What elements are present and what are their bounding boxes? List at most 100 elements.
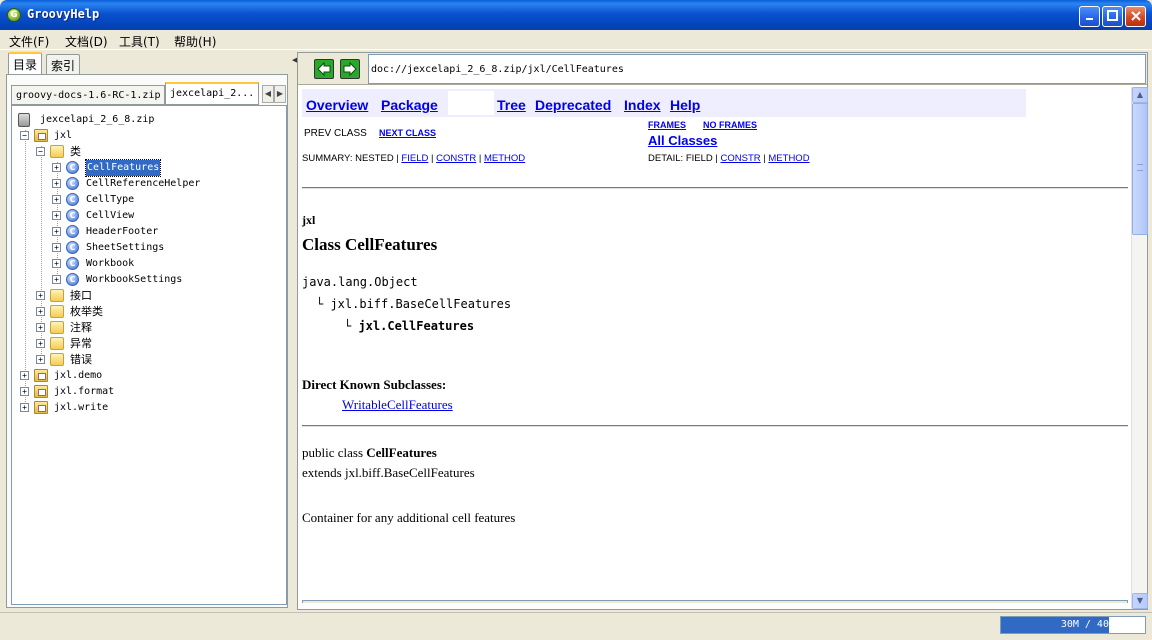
no-frames-link[interactable]: NO FRAMES bbox=[703, 120, 757, 130]
file-tab-groovy-docs[interactable]: groovy-docs-1.6-RC-1.zip bbox=[11, 85, 165, 105]
summary-constr-link[interactable]: CONSTR bbox=[436, 153, 476, 164]
class-icon: C bbox=[66, 241, 79, 254]
nav-overview-link[interactable]: Overview bbox=[306, 97, 368, 113]
class-title: Class CellFeatures bbox=[302, 235, 438, 254]
hierarchy-root: java.lang.Object bbox=[302, 275, 418, 289]
detail-constr-link[interactable]: CONSTR bbox=[721, 153, 761, 164]
nav-class-current bbox=[448, 91, 494, 115]
nav-deprecated-link[interactable]: Deprecated bbox=[535, 97, 611, 113]
expand-icon[interactable]: + bbox=[52, 227, 61, 236]
forward-button[interactable] bbox=[340, 59, 360, 79]
title-bar: G GroovyHelp bbox=[0, 0, 1152, 30]
pane-splitter[interactable] bbox=[291, 52, 296, 608]
expand-icon[interactable]: + bbox=[36, 307, 45, 316]
next-class-link[interactable]: NEXT CLASS bbox=[379, 128, 436, 138]
javadoc-top-nav: Overview Package Tree Deprecated Index H… bbox=[302, 89, 1026, 117]
class-icon: C bbox=[66, 273, 79, 286]
expand-icon[interactable]: + bbox=[52, 195, 61, 204]
prev-class-label: PREV CLASS bbox=[304, 128, 367, 139]
nav-help-link[interactable]: Help bbox=[670, 97, 700, 113]
extends-line: extends jxl.biff.BaseCellFeatures bbox=[302, 465, 475, 480]
expand-icon[interactable]: + bbox=[52, 211, 61, 220]
expand-icon[interactable]: + bbox=[52, 163, 61, 172]
package-icon bbox=[34, 129, 48, 142]
divider bbox=[302, 425, 1128, 427]
expand-icon[interactable]: + bbox=[36, 355, 45, 364]
memory-usage-bar: 30M / 40M bbox=[1000, 616, 1146, 634]
address-field[interactable]: doc://jexcelapi_2_6_8.zip/jxl/CellFeatur… bbox=[368, 54, 1146, 84]
divider bbox=[302, 187, 1128, 189]
minimize-button[interactable] bbox=[1079, 6, 1100, 27]
expand-icon[interactable]: + bbox=[36, 323, 45, 332]
class-icon: C bbox=[66, 225, 79, 238]
close-button[interactable] bbox=[1125, 6, 1146, 27]
package-name: jxl bbox=[302, 213, 316, 227]
menu-bar: 文件(F) 文档(D) 工具(T) 帮助(H) bbox=[0, 30, 1152, 50]
class-declaration: public class CellFeatures bbox=[302, 445, 437, 460]
forward-arrow-icon bbox=[343, 61, 357, 77]
nav-package-link[interactable]: Package bbox=[381, 97, 438, 113]
contents-tree[interactable]: jexcelapi_2_6_8.zip − jxl − 类 + C CellFeat… bbox=[11, 105, 287, 605]
expand-icon[interactable]: + bbox=[52, 275, 61, 284]
javadoc-page: Overview Package Tree Deprecated Index H… bbox=[300, 87, 1130, 603]
all-classes-link[interactable]: All Classes bbox=[648, 133, 717, 148]
package-icon bbox=[34, 401, 48, 414]
app-icon: G bbox=[7, 8, 21, 22]
back-arrow-icon bbox=[317, 61, 331, 77]
expand-icon[interactable]: + bbox=[20, 403, 29, 412]
contents-panel: groovy-docs-1.6-RC-1.zip jexcelapi_2... … bbox=[6, 74, 288, 608]
expand-icon[interactable]: + bbox=[20, 387, 29, 396]
class-icon: C bbox=[66, 161, 79, 174]
maximize-button[interactable] bbox=[1102, 6, 1123, 27]
navigation-toolbar: doc://jexcelapi_2_6_8.zip/jxl/CellFeatur… bbox=[298, 53, 1147, 85]
collapse-icon[interactable]: − bbox=[36, 147, 45, 156]
expand-icon[interactable]: + bbox=[52, 259, 61, 268]
window-title: GroovyHelp bbox=[27, 7, 100, 21]
file-tab-jexcelapi[interactable]: jexcelapi_2... bbox=[165, 82, 259, 105]
scroll-down-button[interactable]: ▼ bbox=[1132, 593, 1148, 609]
status-bar: 30M / 40M bbox=[0, 612, 1152, 640]
expand-icon[interactable]: + bbox=[52, 179, 61, 188]
nav-index-link[interactable]: Index bbox=[624, 97, 661, 113]
back-button[interactable] bbox=[314, 59, 334, 79]
subclasses-heading: Direct Known Subclasses: bbox=[302, 377, 447, 392]
collapse-icon[interactable]: − bbox=[20, 131, 29, 140]
summary-field-link[interactable]: FIELD bbox=[401, 153, 428, 164]
close-icon bbox=[1130, 11, 1141, 21]
summary-method-link[interactable]: METHOD bbox=[484, 153, 525, 164]
folder-icon bbox=[50, 337, 64, 350]
detail-line: DETAIL: FIELD | CONSTR | METHOD bbox=[648, 153, 810, 164]
package-icon bbox=[34, 385, 48, 398]
scroll-up-button[interactable]: ▲ bbox=[1132, 87, 1148, 103]
subclass-link[interactable]: WritableCellFeatures bbox=[342, 397, 453, 413]
expand-icon[interactable]: + bbox=[52, 243, 61, 252]
scroll-thumb[interactable] bbox=[1132, 103, 1148, 235]
expand-icon[interactable]: + bbox=[36, 339, 45, 348]
frames-link[interactable]: FRAMES bbox=[648, 120, 686, 130]
tab-contents[interactable]: 目录 bbox=[8, 52, 43, 74]
menu-tools[interactable]: 工具(T) bbox=[119, 33, 160, 50]
class-description: Container for any additional cell featur… bbox=[302, 510, 516, 525]
folder-icon bbox=[50, 289, 64, 302]
menu-help[interactable]: 帮助(H) bbox=[174, 33, 216, 50]
tabs-scroll-left-button[interactable]: ◀ bbox=[262, 85, 274, 103]
package-icon bbox=[34, 369, 48, 382]
folder-icon bbox=[50, 305, 64, 318]
expand-icon[interactable]: + bbox=[20, 371, 29, 380]
expand-icon[interactable]: + bbox=[36, 291, 45, 300]
vertical-scrollbar[interactable]: ▲ ▼ bbox=[1131, 87, 1148, 609]
menu-file[interactable]: 文件(F) bbox=[9, 33, 49, 50]
tab-index[interactable]: 索引 bbox=[46, 54, 81, 74]
zip-file-icon bbox=[18, 113, 30, 127]
folder-icon bbox=[50, 353, 64, 366]
menu-document[interactable]: 文档(D) bbox=[65, 33, 108, 50]
minimize-icon bbox=[1085, 18, 1093, 20]
nav-tree-link[interactable]: Tree bbox=[497, 97, 526, 113]
class-icon: C bbox=[66, 177, 79, 190]
class-icon: C bbox=[66, 193, 79, 206]
document-pane: doc://jexcelapi_2_6_8.zip/jxl/CellFeatur… bbox=[297, 52, 1148, 610]
detail-method-link[interactable]: METHOD bbox=[768, 153, 809, 164]
tabs-scroll-right-button[interactable]: ▶ bbox=[274, 85, 286, 103]
maximize-icon bbox=[1106, 10, 1118, 21]
grip-icon bbox=[1137, 164, 1143, 171]
